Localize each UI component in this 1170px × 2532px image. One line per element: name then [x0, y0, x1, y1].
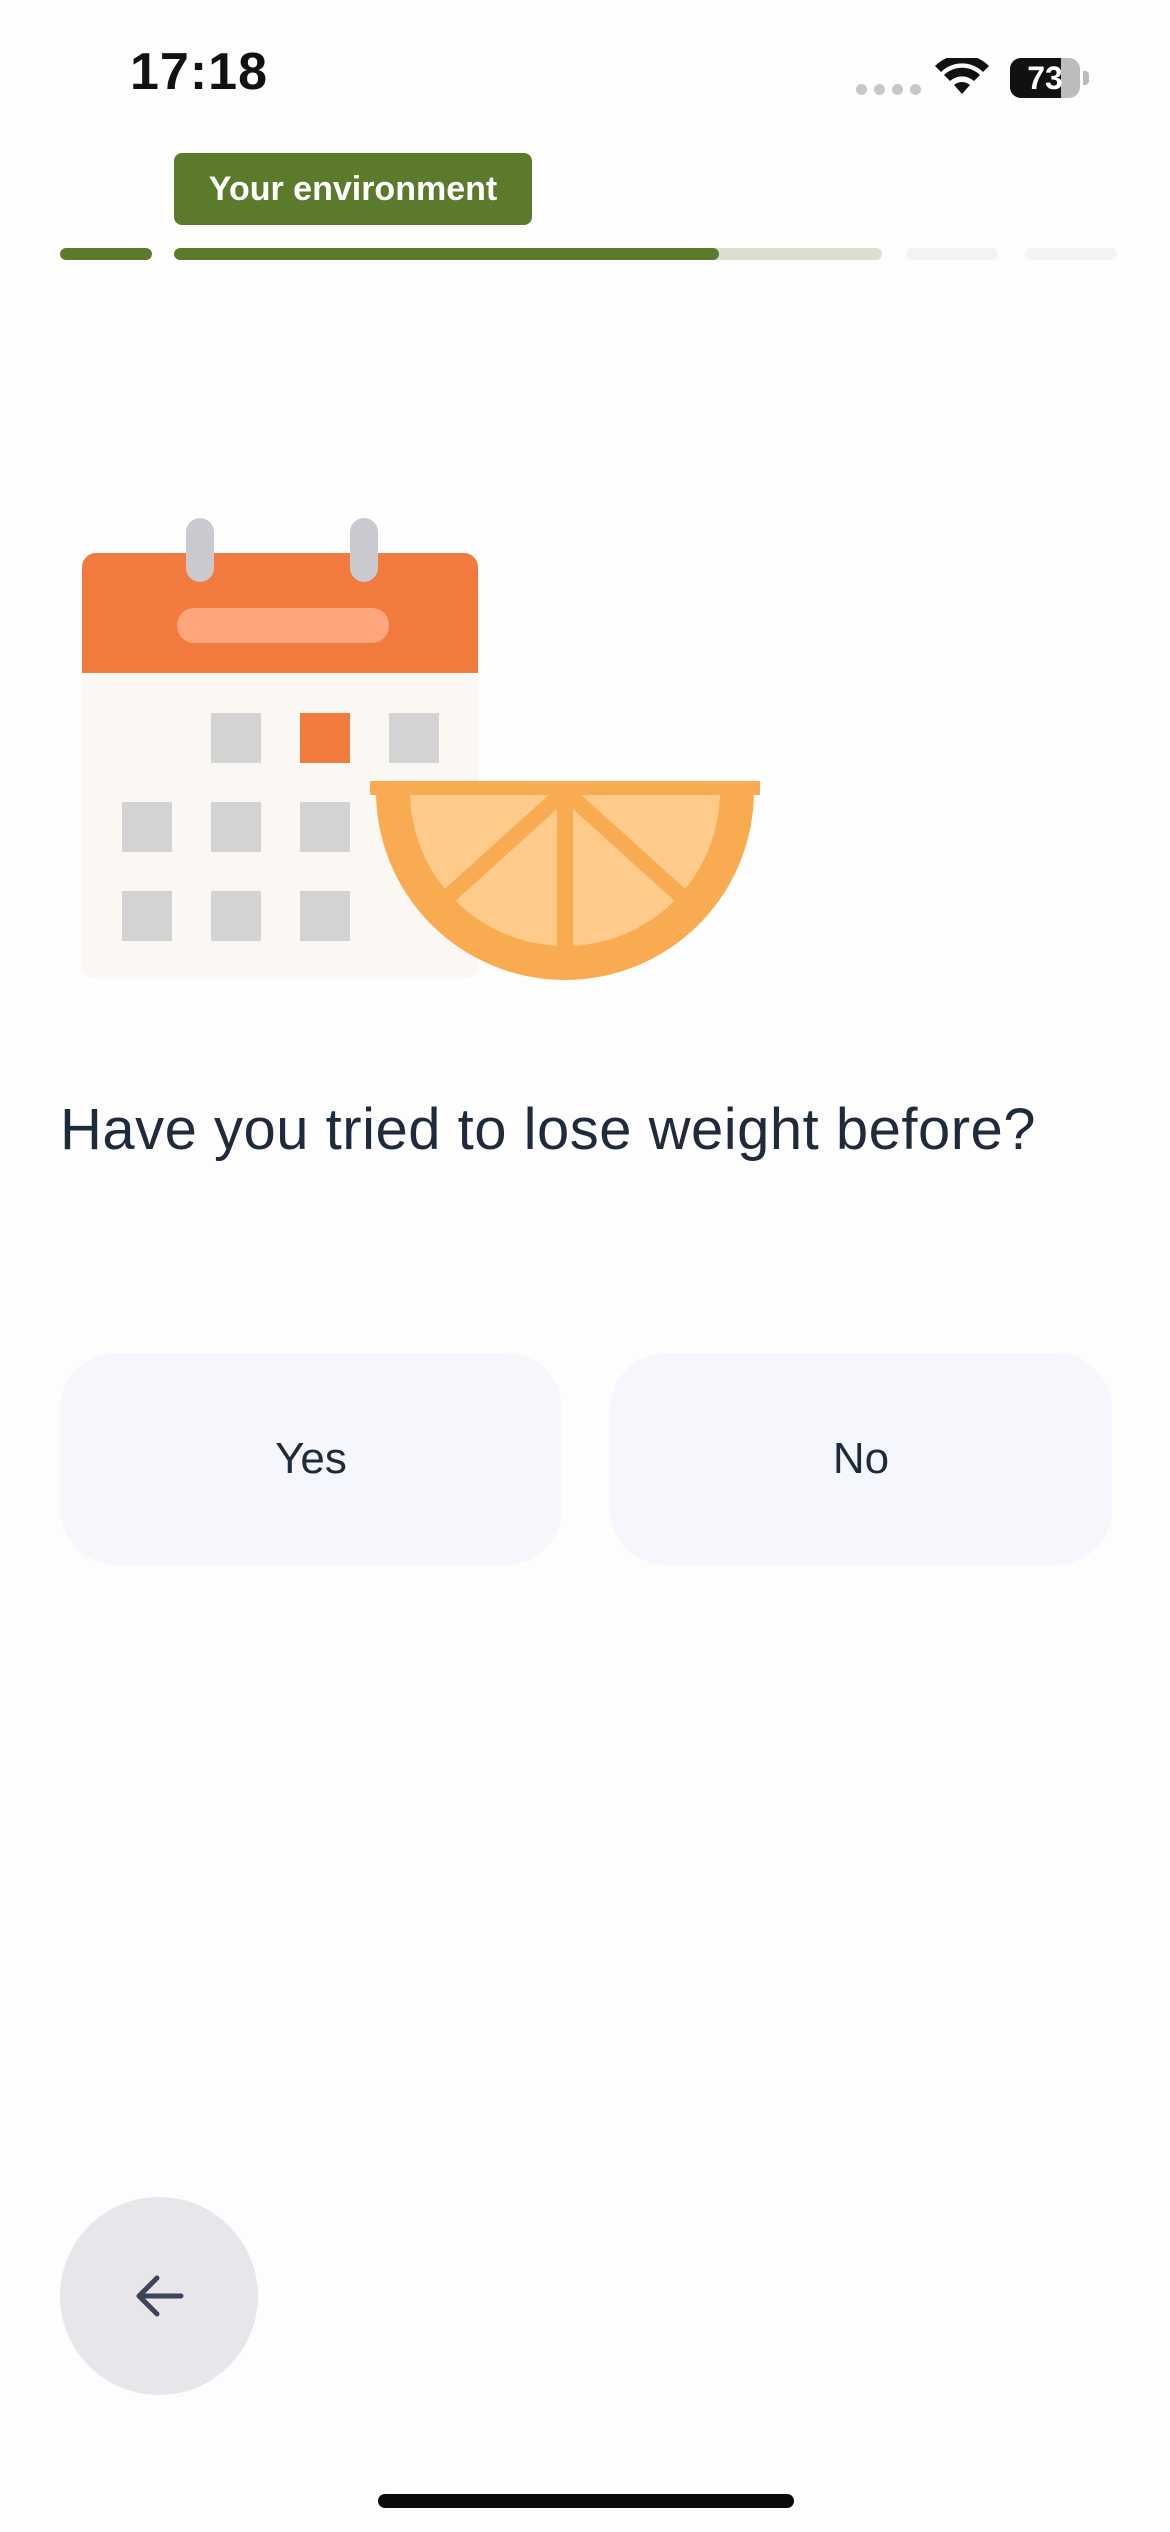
cellular-signal-icon [856, 84, 921, 95]
back-button[interactable] [60, 2197, 258, 2395]
answer-yes-label: Yes [275, 1434, 347, 1483]
battery-icon: 73 [1010, 58, 1090, 98]
section-tag: Your environment [174, 153, 532, 225]
progress-segment-3 [906, 248, 998, 260]
progress-segment-1 [60, 248, 152, 260]
calendar-orange-illustration [82, 518, 760, 980]
progress-segment-4 [1025, 248, 1117, 260]
quiz-progress-bar [60, 248, 1120, 260]
question-text: Have you tried to lose weight before? [60, 1097, 1037, 1162]
answer-no-label: No [832, 1434, 890, 1483]
home-indicator [378, 2494, 794, 2508]
answer-yes-button[interactable]: Yes [60, 1353, 562, 1565]
progress-segment-2 [174, 248, 882, 260]
status-time: 17:18 [130, 43, 268, 101]
status-bar: 17:18 73 [0, 0, 1170, 150]
battery-percent: 73 [1027, 60, 1063, 96]
wifi-icon [935, 58, 989, 94]
answer-no-button[interactable]: No [610, 1353, 1112, 1565]
arrow-left-icon [136, 2275, 184, 2317]
